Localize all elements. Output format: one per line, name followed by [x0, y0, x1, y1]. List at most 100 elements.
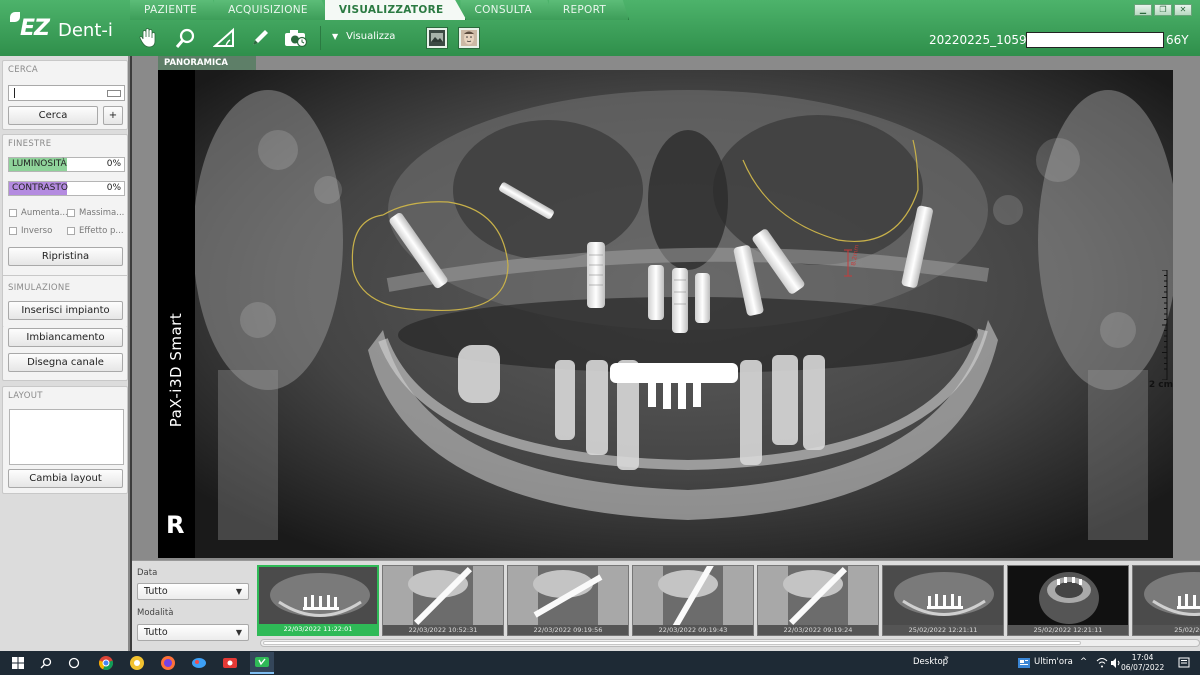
news-widget-label[interactable]: Ultim'ora — [1034, 657, 1073, 667]
ez-dent-i-window: EZ Dent-i PAZIENTE ACQUISIZIONE VISUALIZ… — [0, 0, 1200, 675]
sharpen-checkbox[interactable]: Aumenta... — [9, 208, 68, 218]
app-header: EZ Dent-i PAZIENTE ACQUISIZIONE VISUALIZ… — [0, 0, 1200, 56]
reset-button[interactable]: Ripristina — [8, 247, 123, 266]
face-view-icon[interactable] — [458, 27, 480, 49]
thumbnail-item[interactable]: 25/02/2022 12:21:11 — [1007, 565, 1129, 636]
image-viewer-app-icon[interactable] — [191, 655, 207, 671]
clock-time: 17:04 — [1131, 653, 1154, 662]
date-filter-label: Data — [137, 568, 158, 578]
logo-prefix: EZ — [20, 16, 50, 41]
patient-name-redacted — [1026, 32, 1164, 48]
left-sidebar: CERCA Cerca + FINESTRE LUMINOSITÀ 0% CON… — [0, 56, 130, 651]
modality-filter-label: Modalità — [137, 608, 174, 618]
draw-canal-button[interactable]: Disegna canale — [8, 353, 123, 372]
search-panel-title: CERCA — [8, 65, 39, 75]
search-input[interactable] — [8, 85, 125, 101]
device-name: PaX-i3D Smart — [158, 70, 195, 470]
ez-dent-i-taskbar-icon[interactable] — [250, 652, 274, 674]
contrast-slider[interactable]: CONTRASTO 0% — [8, 181, 125, 196]
effect-checkbox[interactable]: Effetto p... — [67, 226, 124, 236]
news-widget-icon[interactable] — [1016, 655, 1032, 671]
windows-panel-title: FINESTRE — [8, 139, 52, 149]
search-panel: CERCA Cerca + — [2, 60, 128, 130]
maximize-checkbox[interactable]: Massima... — [67, 208, 124, 218]
xray-drawing: 8.2mm — [193, 70, 1173, 558]
screen-recorder-icon[interactable] — [222, 655, 238, 671]
thumbnail-caption: 22/03/2022 09:19:24 — [758, 625, 878, 635]
tab-visualizzatore[interactable]: VISUALIZZATORE — [324, 0, 467, 20]
modality-filter-value: Tutto — [144, 627, 168, 638]
angle-measure-icon[interactable] — [210, 25, 238, 51]
simulation-panel: Imbiancamento Disegna canale — [2, 326, 128, 381]
dropdown-arrow-icon: ▼ — [332, 32, 339, 41]
add-search-button[interactable]: + — [103, 106, 123, 125]
layout-preview[interactable] — [9, 409, 124, 465]
whitening-button[interactable]: Imbiancamento — [8, 328, 123, 347]
thumbnail-caption: 25/02/2022 12:21:11 — [1008, 625, 1128, 635]
device-name-text: PaX-i3D Smart — [167, 312, 185, 428]
windows-start-icon[interactable] — [10, 655, 26, 671]
toolbar-separator — [320, 26, 321, 50]
desktop-toolbar-label[interactable]: Desktop — [913, 657, 948, 667]
magnifier-icon[interactable] — [172, 25, 200, 51]
thumbnail-item[interactable]: 25/02/2022 12:21:11 — [882, 565, 1004, 636]
firefox-icon[interactable] — [160, 655, 176, 671]
restore-button[interactable]: ❐ — [1154, 4, 1172, 16]
brightness-value: 0% — [106, 159, 121, 169]
sharpen-label: Aumenta... — [21, 208, 68, 218]
chevron-up-icon[interactable]: ^ — [1080, 657, 1087, 667]
search-button[interactable]: Cerca — [8, 106, 98, 125]
tab-report[interactable]: REPORT — [548, 0, 630, 20]
thumbnail-caption: 25/02/2022 12:21:11 — [883, 625, 1003, 635]
view-menu[interactable]: ▼ Visualizza — [332, 31, 395, 42]
thumbnail-image — [508, 566, 628, 627]
thumbnail-item[interactable]: 25/02/2022 — [1132, 565, 1200, 636]
keyboard-icon[interactable] — [107, 90, 121, 97]
viewer-tab-label[interactable]: PANORAMICA — [158, 56, 256, 70]
scrollbar-thumb[interactable] — [263, 641, 1081, 645]
thumbnail-scrollbar[interactable] — [260, 639, 1200, 647]
date-filter-select[interactable]: Tutto ▼ — [137, 583, 249, 600]
tab-consulta[interactable]: CONSULTA — [460, 0, 555, 20]
panel-divider — [3, 275, 127, 276]
thumbnail-image — [758, 566, 878, 627]
hand-pan-icon[interactable] — [134, 25, 162, 51]
chevron-down-icon: ▼ — [235, 628, 242, 637]
modality-filter-select[interactable]: Tutto ▼ — [137, 624, 249, 641]
camera-icon[interactable] — [282, 25, 310, 51]
thumbnail-image — [259, 567, 377, 628]
thumbnail-view-icon[interactable] — [426, 27, 448, 49]
checkbox-box — [9, 227, 17, 235]
close-button[interactable]: ✕ — [1174, 4, 1192, 16]
contrast-label: CONTRASTO — [12, 183, 68, 193]
thumbnail-image — [1133, 566, 1200, 627]
chrome-icon[interactable] — [98, 655, 114, 671]
tab-acquisizione[interactable]: ACQUISIZIONE — [214, 0, 331, 20]
minimize-button[interactable]: ▁ — [1134, 4, 1152, 16]
thumbnail-item[interactable]: 22/03/2022 09:19:43 — [632, 565, 754, 636]
system-clock[interactable]: 17:04 06/07/2022 — [1121, 653, 1164, 673]
panoramic-xray-image[interactable]: 8.2mm 2 cm — [158, 70, 1173, 558]
pencil-icon[interactable] — [246, 25, 274, 51]
insert-implant-button[interactable]: Inserisci impianto — [8, 301, 123, 320]
thumbnail-item[interactable]: 22/03/2022 10:52:31 — [382, 565, 504, 636]
thumbnail-image — [1008, 566, 1128, 627]
thumbnail-item[interactable]: 22/03/2022 11:22:01 — [257, 565, 379, 636]
toolbar-expand-icon[interactable]: » — [944, 653, 949, 662]
brightness-slider[interactable]: LUMINOSITÀ 0% — [8, 157, 125, 172]
logo-suffix: Dent-i — [58, 20, 113, 41]
thumbnail-item[interactable]: 22/03/2022 09:19:56 — [507, 565, 629, 636]
thumbnail-image — [633, 566, 753, 631]
chrome-canary-icon[interactable] — [129, 655, 145, 671]
thumbnail-caption: 22/03/2022 09:19:43 — [633, 625, 753, 635]
tab-paziente[interactable]: PAZIENTE — [130, 0, 221, 20]
patient-age: 66Y — [1166, 33, 1189, 47]
invert-checkbox[interactable]: Inverso — [9, 226, 52, 236]
change-layout-button[interactable]: Cambia layout — [8, 469, 123, 488]
thumbnail-caption: 22/03/2022 10:52:31 — [383, 625, 503, 635]
thumbnail-item[interactable]: 22/03/2022 09:19:24 — [757, 565, 879, 636]
search-icon[interactable] — [38, 655, 54, 671]
task-view-icon[interactable] — [66, 655, 82, 671]
image-history-strip: Data Tutto ▼ Modalità Tutto ▼ 22/03/2022 1… — [132, 560, 1200, 651]
notification-center-icon[interactable] — [1176, 655, 1192, 671]
